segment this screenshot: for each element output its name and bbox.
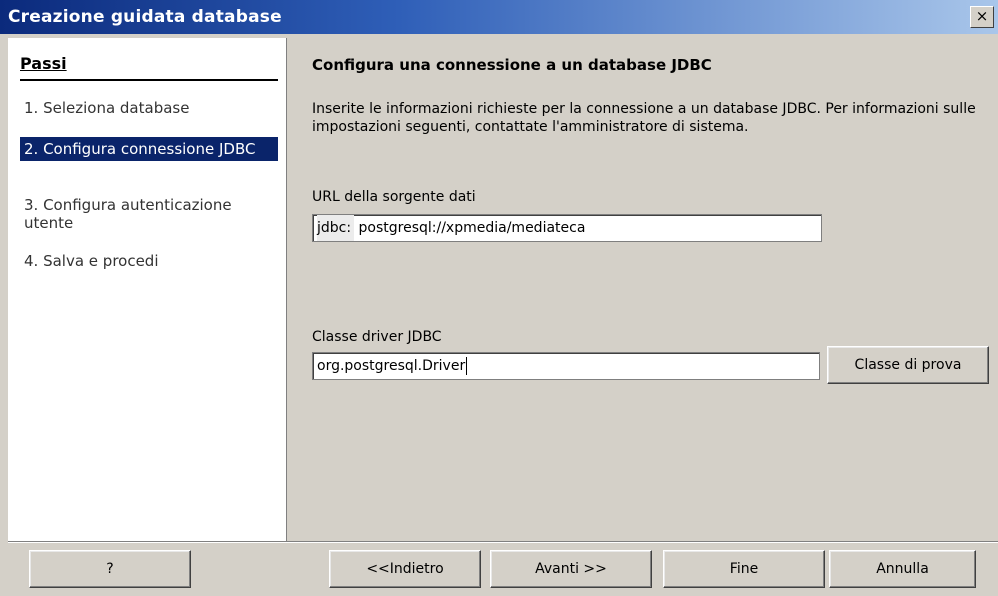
url-field[interactable]: jdbc: postgresql://xpmedia/mediateca xyxy=(312,214,822,242)
driver-class-field[interactable]: org.postgresql.Driver xyxy=(312,352,820,380)
url-label: URL della sorgente dati xyxy=(312,189,476,205)
close-icon: × xyxy=(975,7,989,25)
step-save-proceed[interactable]: 4. Salva e procedi xyxy=(20,249,278,273)
help-button[interactable]: ? xyxy=(29,550,191,588)
test-class-button[interactable]: Classe di prova xyxy=(827,346,989,384)
driver-label: Classe driver JDBC xyxy=(312,329,442,345)
cancel-button[interactable]: Annulla xyxy=(829,550,976,588)
driver-value: org.postgresql.Driver xyxy=(317,358,466,374)
url-value: postgresql://xpmedia/mediateca xyxy=(358,220,586,236)
next-button[interactable]: Avanti >> xyxy=(490,550,652,588)
step-select-database[interactable]: 1. Seleziona database xyxy=(20,96,278,120)
url-prefix: jdbc: xyxy=(317,215,355,241)
content-pane: Configura una connessione a un database … xyxy=(287,38,998,541)
steps-header: Passi xyxy=(20,54,278,81)
finish-button[interactable]: Fine xyxy=(663,550,825,588)
text-caret xyxy=(466,357,468,375)
window-title: Creazione guidata database xyxy=(8,7,282,27)
step-configure-auth[interactable]: 3. Configura autenticazione utente xyxy=(20,193,278,235)
footer-divider-highlight xyxy=(8,542,998,543)
close-button[interactable]: × xyxy=(970,6,994,28)
step-configure-jdbc[interactable]: 2. Configura connessione JDBC xyxy=(20,137,278,161)
back-button[interactable]: <<Indietro xyxy=(329,550,481,588)
steps-pane: Passi 1. Seleziona database 2. Configura… xyxy=(8,38,287,541)
title-bar[interactable]: Creazione guidata database × xyxy=(0,0,998,34)
database-wizard-dialog: Creazione guidata database × Passi 1. Se… xyxy=(0,0,998,596)
description-text: Inserite le informazioni richieste per l… xyxy=(312,101,976,135)
page-title: Configura una connessione a un database … xyxy=(312,56,712,74)
